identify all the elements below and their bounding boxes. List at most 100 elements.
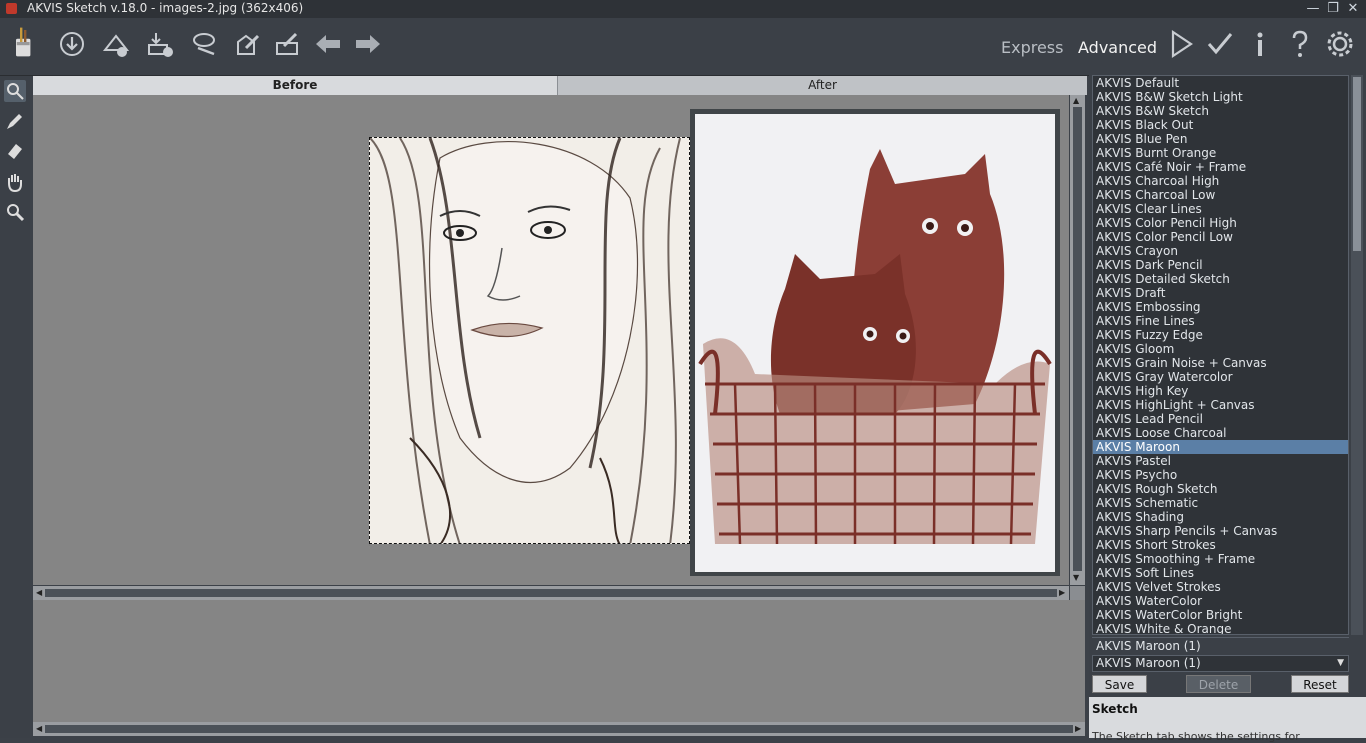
scroll-down-arrow-icon[interactable]: ▼ bbox=[1073, 573, 1079, 582]
canvas-horizontal-scrollbar[interactable]: ◀ ▶ bbox=[33, 586, 1069, 600]
save-preset-button[interactable]: Save bbox=[1092, 675, 1147, 693]
preset-item[interactable]: AKVIS Charcoal Low bbox=[1093, 188, 1348, 202]
advanced-mode-tab[interactable]: Advanced bbox=[1078, 38, 1157, 57]
lower-scroll-left-arrow-icon[interactable]: ◀ bbox=[36, 724, 42, 733]
scroll-left-arrow-icon[interactable]: ◀ bbox=[36, 588, 42, 597]
minimize-button[interactable]: — bbox=[1304, 0, 1322, 18]
sketch-heading: Sketch bbox=[1092, 702, 1138, 716]
preset-item[interactable]: AKVIS Burnt Orange bbox=[1093, 146, 1348, 160]
delete-preset-button[interactable]: Delete bbox=[1186, 675, 1251, 693]
load-settings-icon[interactable] bbox=[232, 28, 264, 60]
preset-item[interactable]: AKVIS Soft Lines bbox=[1093, 566, 1348, 580]
reset-preset-button[interactable]: Reset bbox=[1291, 675, 1349, 693]
eraser-tool-icon[interactable] bbox=[4, 140, 26, 162]
lower-scroll-right-arrow-icon[interactable]: ▶ bbox=[1075, 724, 1081, 733]
preset-item[interactable]: AKVIS WaterColor bbox=[1093, 594, 1348, 608]
preset-item[interactable]: AKVIS Blue Pen bbox=[1093, 132, 1348, 146]
preset-name-combo[interactable]: AKVIS Maroon (1) ▼ bbox=[1092, 655, 1349, 672]
preset-item[interactable]: AKVIS Color Pencil Low bbox=[1093, 230, 1348, 244]
preset-item[interactable]: AKVIS Detailed Sketch bbox=[1093, 272, 1348, 286]
preset-item[interactable]: AKVIS Lead Pencil bbox=[1093, 412, 1348, 426]
preset-list[interactable]: AKVIS Default AKVIS B&W Sketch Light AKVIS… bbox=[1092, 75, 1349, 635]
help-icon[interactable] bbox=[1284, 28, 1316, 60]
open-icon[interactable] bbox=[56, 28, 88, 60]
hand-tool-icon[interactable] bbox=[4, 171, 26, 193]
preset-item[interactable]: AKVIS Charcoal High bbox=[1093, 174, 1348, 188]
express-mode-tab[interactable]: Express bbox=[1001, 38, 1063, 57]
horizontal-scroll-thumb[interactable] bbox=[45, 589, 1057, 597]
preset-item[interactable]: AKVIS Gray Watercolor bbox=[1093, 370, 1348, 384]
preset-item[interactable]: AKVIS Fuzzy Edge bbox=[1093, 328, 1348, 342]
lower-horizontal-scrollbar[interactable]: ◀ ▶ bbox=[33, 722, 1085, 736]
scroll-right-arrow-icon[interactable]: ▶ bbox=[1059, 588, 1065, 597]
resize-corner[interactable] bbox=[1070, 586, 1085, 600]
redo-icon[interactable] bbox=[352, 28, 384, 60]
chevron-down-icon[interactable]: ▼ bbox=[1337, 656, 1344, 671]
preset-item[interactable]: AKVIS Smoothing + Frame bbox=[1093, 552, 1348, 566]
preset-item[interactable]: AKVIS Maroon bbox=[1093, 440, 1348, 454]
pencil-tool-icon[interactable] bbox=[4, 110, 26, 132]
save-settings-icon[interactable] bbox=[272, 28, 304, 60]
preset-item[interactable]: AKVIS Color Pencil High bbox=[1093, 216, 1348, 230]
preset-item[interactable]: AKVIS Dark Pencil bbox=[1093, 258, 1348, 272]
lower-scroll-thumb[interactable] bbox=[45, 725, 1073, 733]
tab-before[interactable]: Before bbox=[33, 76, 558, 95]
preset-item[interactable]: AKVIS Pastel bbox=[1093, 454, 1348, 468]
print-icon[interactable] bbox=[144, 28, 176, 60]
left-toolbar bbox=[0, 76, 30, 738]
preset-item[interactable]: AKVIS High Key bbox=[1093, 384, 1348, 398]
preset-item[interactable]: AKVIS Velvet Strokes bbox=[1093, 580, 1348, 594]
before-image-sketch-portrait[interactable] bbox=[369, 137, 690, 544]
share-icon[interactable] bbox=[190, 28, 222, 60]
view-tabs: Before After bbox=[33, 76, 1087, 95]
main-toolbar: Express Advanced bbox=[0, 18, 1366, 76]
preset-item[interactable]: AKVIS WaterColor Bright bbox=[1093, 608, 1348, 622]
preset-item[interactable]: AKVIS Schematic bbox=[1093, 496, 1348, 510]
undo-icon[interactable] bbox=[312, 28, 344, 60]
apply-checkmark-icon[interactable] bbox=[1204, 28, 1236, 60]
preset-item[interactable]: AKVIS Gloom bbox=[1093, 342, 1348, 356]
app-logo-icon bbox=[8, 26, 44, 66]
zoom-tool-icon[interactable] bbox=[4, 201, 26, 223]
custom-preset-item[interactable]: AKVIS Maroon (1) bbox=[1092, 637, 1349, 653]
preset-item[interactable]: AKVIS HighLight + Canvas bbox=[1093, 398, 1348, 412]
preset-item[interactable]: AKVIS Grain Noise + Canvas bbox=[1093, 356, 1348, 370]
preset-item[interactable]: AKVIS Loose Charcoal bbox=[1093, 426, 1348, 440]
vertical-scroll-thumb[interactable] bbox=[1073, 107, 1082, 571]
preset-item[interactable]: AKVIS Fine Lines bbox=[1093, 314, 1348, 328]
crop-tool-icon[interactable] bbox=[4, 80, 26, 102]
title-bar: AKVIS Sketch v.18.0 - images-2.jpg (362x… bbox=[0, 0, 1366, 18]
preset-item[interactable]: AKVIS B&W Sketch Light bbox=[1093, 90, 1348, 104]
preset-combo-value: AKVIS Maroon (1) bbox=[1096, 656, 1201, 670]
save-icon[interactable] bbox=[100, 28, 132, 60]
preset-item[interactable]: AKVIS Psycho bbox=[1093, 468, 1348, 482]
close-button[interactable]: ✕ bbox=[1344, 0, 1362, 18]
preset-item[interactable]: AKVIS Sharp Pencils + Canvas bbox=[1093, 524, 1348, 538]
preset-item[interactable]: AKVIS Clear Lines bbox=[1093, 202, 1348, 216]
preset-item[interactable]: AKVIS B&W Sketch bbox=[1093, 104, 1348, 118]
preset-item[interactable]: AKVIS Rough Sketch bbox=[1093, 482, 1348, 496]
preset-item[interactable]: AKVIS Black Out bbox=[1093, 118, 1348, 132]
preset-item[interactable]: AKVIS Shading bbox=[1093, 510, 1348, 524]
preset-list-scrollbar[interactable] bbox=[1351, 75, 1363, 635]
presets-panel: AKVIS Default AKVIS B&W Sketch Light AKVIS… bbox=[1089, 73, 1366, 743]
preset-item[interactable]: AKVIS Embossing bbox=[1093, 300, 1348, 314]
tab-after[interactable]: After bbox=[558, 76, 1087, 95]
preset-scroll-thumb[interactable] bbox=[1353, 77, 1361, 251]
window-title: AKVIS Sketch v.18.0 - images-2.jpg (362x… bbox=[27, 1, 304, 15]
after-image-kittens-in-basket[interactable] bbox=[695, 114, 1055, 572]
preset-item[interactable]: AKVIS Café Noir + Frame bbox=[1093, 160, 1348, 174]
lower-preview-area bbox=[33, 600, 1085, 722]
preset-item[interactable]: AKVIS Default bbox=[1093, 76, 1348, 90]
after-image-frame[interactable] bbox=[690, 109, 1060, 576]
settings-gear-icon[interactable] bbox=[1324, 28, 1356, 60]
scroll-up-arrow-icon[interactable]: ▲ bbox=[1073, 96, 1079, 105]
preset-item[interactable]: AKVIS Short Strokes bbox=[1093, 538, 1348, 552]
run-icon[interactable] bbox=[1165, 28, 1197, 60]
preset-item[interactable]: AKVIS White & Orange bbox=[1093, 622, 1348, 634]
preset-item[interactable]: AKVIS Crayon bbox=[1093, 244, 1348, 258]
preset-item[interactable]: AKVIS Draft bbox=[1093, 286, 1348, 300]
canvas-vertical-scrollbar[interactable]: ▲ ▼ bbox=[1070, 95, 1085, 585]
maximize-button[interactable]: ❐ bbox=[1324, 0, 1342, 18]
info-icon[interactable] bbox=[1244, 28, 1276, 60]
